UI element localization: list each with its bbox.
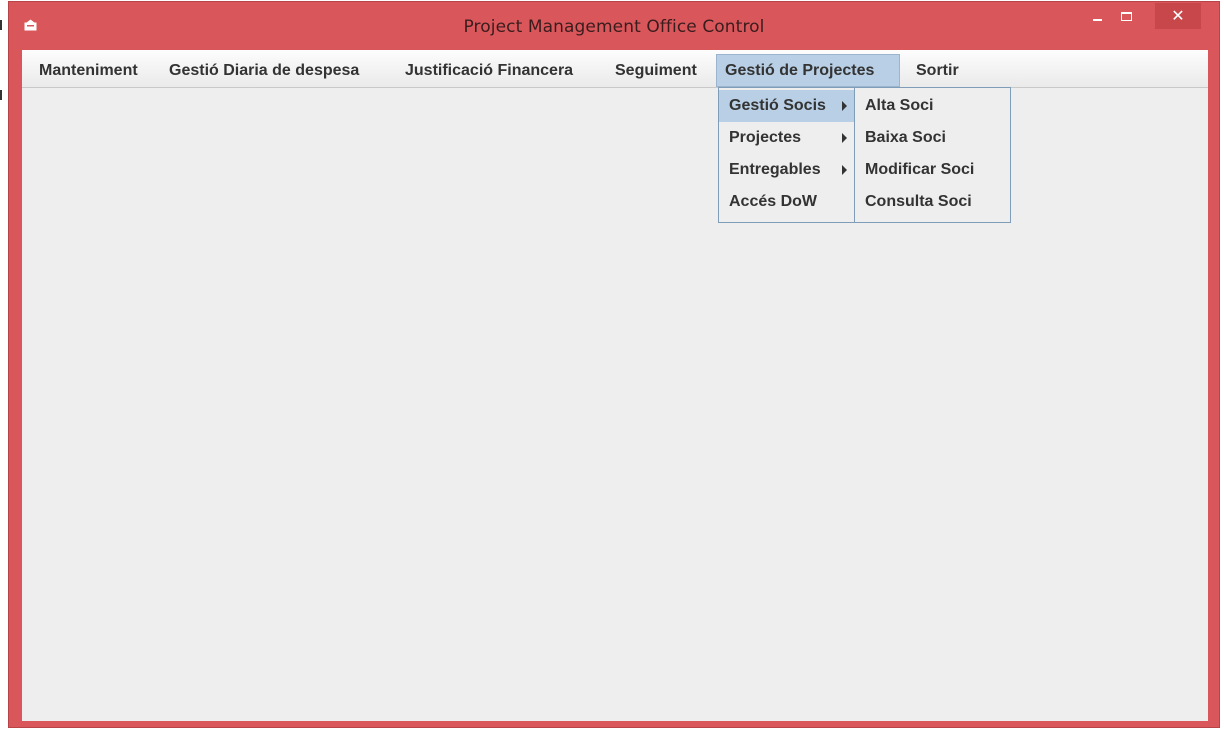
submenu-arrow-icon [842,133,847,143]
menu-item-consulta-soci[interactable]: Consulta Soci [855,186,1010,218]
close-icon: ✕ [1171,6,1185,25]
close-button[interactable]: ✕ [1155,3,1201,29]
menu-item-projectes[interactable]: Projectes [719,122,854,154]
menu-item-label: Projectes [729,129,802,146]
menu-item-entregables[interactable]: Entregables [719,154,854,186]
menu-item-label: Accés DoW [729,193,818,210]
content-area: Manteniment Gestió Diaria de despesa Jus… [22,50,1208,721]
menu-gestio-diaria[interactable]: Gestió Diaria de despesa [161,54,367,87]
menu-item-label: Gestió Socis [729,97,826,114]
app-window: Project Management Office Control ✕ Mant… [8,1,1220,728]
submenu-arrow-icon [842,101,847,111]
menu-justificacio-financera[interactable]: Justificació Financera [397,54,581,87]
menu-item-acces-dow[interactable]: Accés DoW [719,186,854,218]
projectes-dropdown: Gestió Socis Projectes Entregables Accés… [718,87,855,223]
menu-manteniment[interactable]: Manteniment [31,54,146,87]
menu-sortir[interactable]: Sortir [908,54,967,87]
menu-gestio-projectes[interactable]: Gestió de Projectes [716,54,900,87]
submenu-arrow-icon [842,165,847,175]
menu-bar: Manteniment Gestió Diaria de despesa Jus… [22,50,1208,88]
window-title: Project Management Office Control [463,17,765,37]
menu-seguiment[interactable]: Seguiment [607,54,705,87]
edge-mark [0,90,2,100]
minimize-icon [1092,19,1102,21]
title-bar[interactable]: Project Management Office Control ✕ [9,2,1219,49]
menu-item-baixa-soci[interactable]: Baixa Soci [855,122,1010,154]
menu-item-gestio-socis[interactable]: Gestió Socis [719,90,854,122]
socis-submenu: Alta Soci Baixa Soci Modificar Soci Cons… [854,87,1011,223]
maximize-button[interactable] [1112,3,1140,29]
edge-mark [0,20,2,30]
minimize-button[interactable] [1083,3,1111,29]
menu-item-modificar-soci[interactable]: Modificar Soci [855,154,1010,186]
menu-item-label: Entregables [729,161,821,178]
menu-item-alta-soci[interactable]: Alta Soci [855,90,1010,122]
maximize-icon [1120,11,1132,21]
